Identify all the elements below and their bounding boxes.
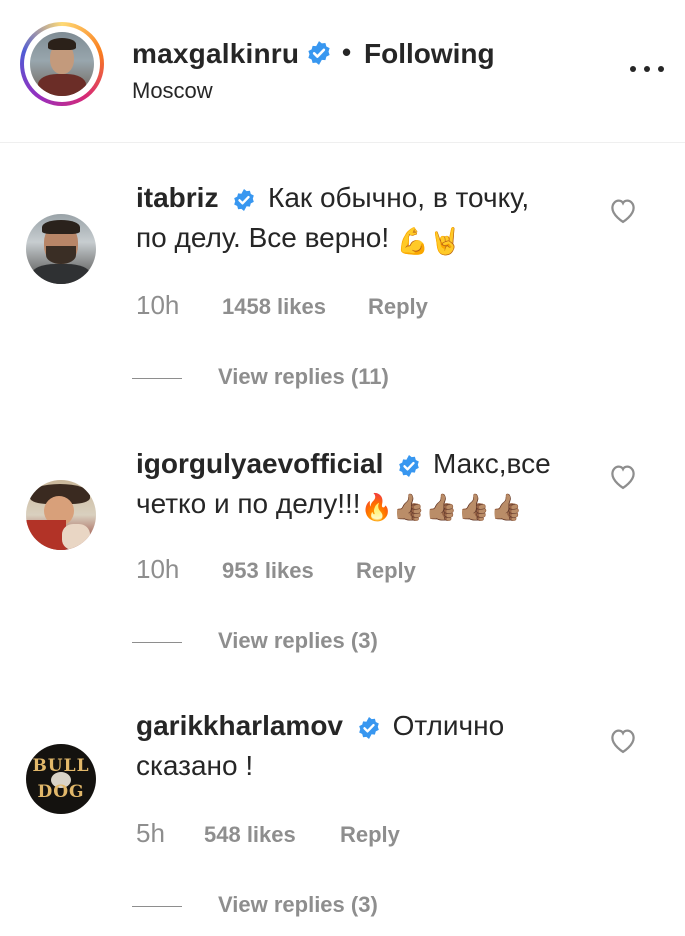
commenter-avatar[interactable] xyxy=(26,480,96,550)
view-replies-label: View replies (11) xyxy=(218,364,389,389)
reply-button[interactable]: Reply xyxy=(368,294,428,320)
comment-meta: 5h 548 likes Reply xyxy=(136,818,400,849)
owner-avatar-photo xyxy=(30,32,94,96)
owner-avatar[interactable] xyxy=(20,22,104,106)
comment-body: igorgulyaevofficial Макс,все четко и по … xyxy=(136,444,566,524)
comment-username-link[interactable]: garikkharlamov xyxy=(136,710,343,741)
reply-button[interactable]: Reply xyxy=(356,558,416,584)
heart-outline-icon[interactable] xyxy=(608,462,638,490)
replies-divider xyxy=(132,378,182,379)
comment-time[interactable]: 10h xyxy=(136,554,179,584)
location-link[interactable]: Moscow xyxy=(132,78,213,104)
verified-badge-icon xyxy=(399,454,419,477)
verified-badge-icon xyxy=(308,41,330,65)
verified-badge-icon xyxy=(358,716,379,739)
comment-likes[interactable]: 953 likes xyxy=(222,558,314,584)
comment-meta: 10h 953 likes Reply xyxy=(136,554,416,585)
view-replies-button[interactable]: View replies (3) xyxy=(132,628,532,658)
comment-likes[interactable]: 1458 likes xyxy=(222,294,326,320)
comment-time[interactable]: 10h xyxy=(136,290,179,320)
comment-username-link[interactable]: igorgulyaevofficial xyxy=(136,448,383,479)
verified-badge-icon xyxy=(234,188,255,211)
reply-button[interactable]: Reply xyxy=(340,822,400,848)
comment-emoji: 💪🤘 xyxy=(396,226,462,256)
comment-body: itabriz Как обычно, в точку, по делу. Вс… xyxy=(136,178,566,258)
comment-username-link[interactable]: itabriz xyxy=(136,182,218,213)
comment-likes[interactable]: 548 likes xyxy=(204,822,296,848)
view-replies-label: View replies (3) xyxy=(218,892,378,917)
commenter-avatar[interactable] xyxy=(26,214,96,284)
comment-meta: 10h 1458 likes Reply xyxy=(136,290,428,321)
view-replies-button[interactable]: View replies (11) xyxy=(132,364,532,394)
view-replies-button[interactable]: View replies (3) xyxy=(132,892,532,922)
more-options-icon[interactable] xyxy=(627,66,667,76)
replies-divider xyxy=(132,642,182,643)
replies-divider xyxy=(132,906,182,907)
view-replies-label: View replies (3) xyxy=(218,628,378,653)
heart-outline-icon[interactable] xyxy=(608,726,638,754)
comment-emoji: 🔥👍🏽👍🏽👍🏽👍🏽 xyxy=(360,492,523,522)
heart-outline-icon[interactable] xyxy=(608,196,638,224)
comment-time[interactable]: 5h xyxy=(136,818,165,848)
comment-body: garikkharlamov Отлично сказано ! xyxy=(136,706,566,786)
header-separator: • xyxy=(342,37,352,67)
following-button[interactable]: Following xyxy=(364,38,495,70)
commenter-avatar[interactable]: BULL DOG xyxy=(26,744,96,814)
owner-username-link[interactable]: maxgalkinru xyxy=(132,38,299,70)
post-header: maxgalkinru • Following Moscow xyxy=(0,0,685,143)
